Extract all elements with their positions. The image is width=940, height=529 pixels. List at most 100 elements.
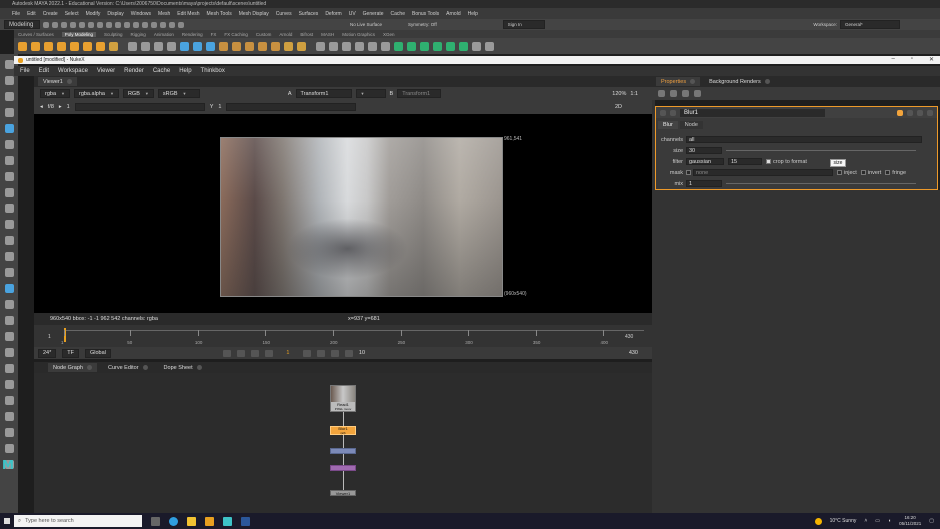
status-line-icon[interactable] [169, 21, 175, 28]
nuke-menu-item-help[interactable]: Help [179, 68, 191, 74]
status-line-icon[interactable] [124, 21, 130, 28]
filter-dropdown[interactable]: gaussian [686, 158, 724, 165]
mask-dropdown[interactable]: none [693, 169, 833, 176]
tab-properties[interactable]: Properties [656, 77, 701, 86]
shelf-tool-icon[interactable] [96, 41, 105, 51]
toolbox-icon[interactable] [4, 444, 14, 453]
play-backward-button[interactable] [264, 349, 273, 357]
gamma-slider[interactable] [226, 103, 357, 111]
shelf-tab-poly-modeling[interactable]: Poly Modeling [61, 31, 97, 37]
file-explorer-icon[interactable] [187, 516, 196, 526]
fringe-checkbox[interactable] [885, 170, 891, 175]
next-key-button[interactable] [330, 349, 339, 357]
tab-viewer1[interactable]: Viewer1 [38, 77, 77, 86]
toolbox-icon[interactable] [4, 300, 14, 309]
tab-curve-editor[interactable]: Curve Editor [102, 363, 153, 372]
toolbox-icon[interactable] [4, 124, 14, 133]
shelf-tool-icon[interactable] [109, 41, 118, 51]
undo-icon[interactable] [907, 109, 913, 116]
shelf-tool-icon[interactable] [31, 41, 40, 51]
toolbox-icon[interactable] [4, 76, 14, 85]
blur-node[interactable]: Blur1 (all) [330, 426, 356, 435]
maya-menu-item-generate[interactable]: Generate [363, 11, 384, 17]
shelf-tool-icon[interactable] [141, 41, 150, 51]
read-node[interactable]: Read1 PIXEL moov [330, 385, 356, 412]
maximize-icon[interactable]: ▫ [911, 56, 913, 63]
tray-chevron-icon[interactable]: ˄ [864, 518, 867, 524]
range-dropdown[interactable]: Global [85, 348, 111, 358]
viewer-node[interactable]: Viewer1 [330, 490, 356, 496]
maya-menu-item-mesh-display[interactable]: Mesh Display [239, 11, 269, 17]
node-color-icon[interactable] [897, 109, 903, 116]
shelf-tool-icon[interactable] [44, 41, 53, 51]
channels-dropdown[interactable]: all [686, 136, 922, 143]
shelf-tab-curves-surfaces[interactable]: Curves / Surfaces [18, 32, 54, 37]
shelf-tool-icon[interactable] [284, 41, 293, 51]
shelf-tool-icon[interactable] [232, 41, 241, 51]
windows-start-icon[interactable] [0, 513, 14, 529]
status-line-icon[interactable] [115, 21, 121, 28]
mix-slider[interactable] [726, 180, 916, 187]
shelf-tool-icon[interactable] [342, 41, 351, 51]
nuke-menu-item-workspace[interactable]: Workspace [58, 68, 88, 74]
status-line-icon[interactable] [70, 21, 76, 28]
edge-browser-icon[interactable] [169, 516, 178, 526]
shelf-tool-icon[interactable] [407, 41, 416, 51]
nuke-menu-item-file[interactable]: File [20, 68, 30, 74]
shelf-tab-bifrost[interactable]: Bifrost [300, 32, 313, 37]
shelf-tool-icon[interactable] [381, 41, 390, 51]
toolbox-icon[interactable] [4, 140, 14, 149]
colorspace-dropdown[interactable]: sRGB ▼ [157, 89, 200, 98]
first-frame-button[interactable] [222, 349, 231, 357]
help-icon[interactable] [927, 109, 933, 116]
size-slider[interactable] [726, 147, 916, 154]
task-view-icon[interactable] [151, 516, 160, 526]
status-line-icon[interactable] [88, 21, 94, 28]
prev-frame-button[interactable] [250, 349, 259, 357]
shelf-tool-icon[interactable] [368, 41, 377, 51]
ratio-dropdown[interactable]: 1:1 [630, 91, 638, 97]
maya-menu-item-modify[interactable]: Modify [86, 11, 101, 17]
shelf-tab-fx[interactable]: FX [211, 32, 217, 37]
display-dropdown[interactable]: RGB ▼ [122, 89, 154, 98]
maya-menu-item-cache[interactable]: Cache [391, 11, 405, 17]
current-frame-field[interactable]: 1 [279, 350, 297, 356]
maya-menu-item-bonus-tools[interactable]: Bonus Tools [412, 11, 439, 17]
toolbox-icon[interactable] [4, 108, 14, 117]
status-line-icon[interactable] [79, 21, 85, 28]
maya-menu-item-surfaces[interactable]: Surfaces [299, 11, 319, 17]
toolbox-icon[interactable] [4, 396, 14, 405]
minimize-icon[interactable]: – [891, 56, 894, 63]
view-mode-dropdown[interactable]: 2D [615, 104, 622, 110]
status-line-icon[interactable] [142, 21, 148, 28]
shelf-tab-rigging[interactable]: Rigging [131, 32, 146, 37]
toolbox-icon[interactable] [4, 316, 14, 325]
play-forward-button[interactable] [302, 349, 311, 357]
toolbox-icon[interactable] [4, 92, 14, 101]
maya-menu-item-edit[interactable]: Edit [27, 11, 36, 17]
subtab-node[interactable]: Node [679, 121, 703, 129]
network-icon[interactable]: ▭ [875, 518, 880, 524]
shelf-tool-icon[interactable] [472, 41, 481, 51]
maya-menu-item-file[interactable]: File [12, 11, 20, 17]
maya-menu-item-select[interactable]: Select [65, 11, 79, 17]
maya-menu-item-display[interactable]: Display [107, 11, 123, 17]
properties-toolbar-icon[interactable] [682, 90, 689, 97]
shelf-tab-custom[interactable]: Custom [256, 32, 272, 37]
shelf-tool-icon[interactable] [420, 41, 429, 51]
status-line-icon[interactable] [52, 21, 58, 28]
toolbox-icon[interactable] [4, 236, 14, 245]
gain-arrow-icon[interactable]: ▸ [59, 104, 62, 110]
workspace-dropdown[interactable]: General* [840, 20, 900, 29]
fstop-icon[interactable]: ◂ [40, 104, 43, 110]
shelf-tab-arnold[interactable]: Arnold [279, 32, 292, 37]
shelf-tab-motion-graphics[interactable]: Motion Graphics [342, 32, 375, 37]
toolbox-icon[interactable] [4, 412, 14, 421]
timeline[interactable]: 1 1 50 100 150 200 250 300 350 400 430 [34, 325, 652, 347]
toolbox-icon[interactable] [4, 60, 14, 69]
shelf-tool-icon[interactable] [154, 41, 163, 51]
symmetry-label[interactable]: Symmetry: Off [408, 22, 437, 27]
volume-icon[interactable]: ◖ [888, 518, 891, 524]
inject-checkbox[interactable] [837, 170, 842, 175]
tab-close-icon[interactable] [196, 365, 202, 370]
